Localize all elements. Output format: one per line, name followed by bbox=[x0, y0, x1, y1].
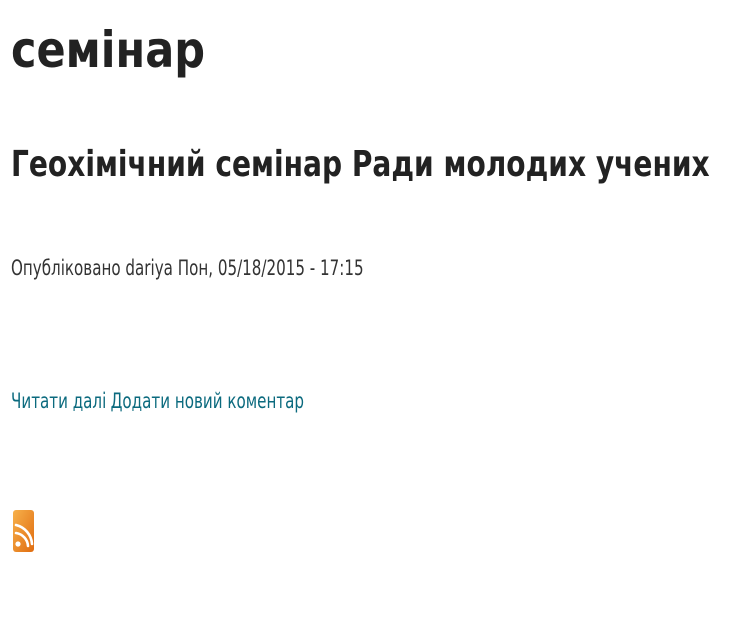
submitted-info: Опубліковано dariya Пон, 05/18/2015 - 17… bbox=[11, 256, 364, 280]
page-title: семінар bbox=[11, 21, 206, 79]
read-more-link[interactable]: Читати далі bbox=[11, 389, 106, 413]
page-content: семінар Геохімічний семінар Ради молодих… bbox=[11, 0, 741, 624]
add-comment-link[interactable]: Додати новий коментар bbox=[111, 389, 304, 413]
node-links: Читати далі Додати новий коментар bbox=[11, 385, 304, 417]
rss-feed-icon[interactable] bbox=[13, 510, 34, 552]
node-title[interactable]: Геохімічний семінар Ради молодих учених bbox=[11, 140, 710, 190]
